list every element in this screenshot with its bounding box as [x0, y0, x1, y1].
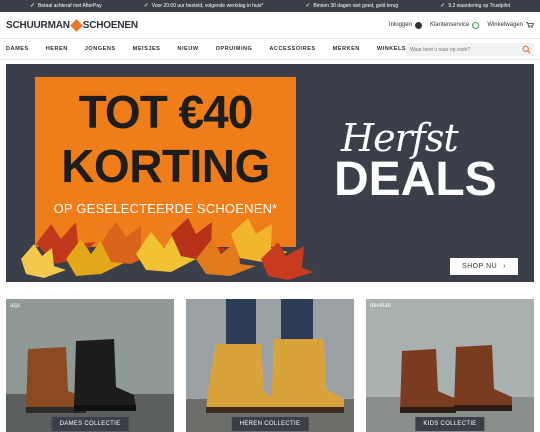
collection-label[interactable]: HEREN COLLECTIE	[231, 417, 309, 431]
chevron-right-icon: ›	[503, 263, 507, 270]
collection-card-dames[interactable]: aqa DAMES COLLECTIE	[6, 299, 174, 432]
login-link[interactable]: Inloggen	[388, 21, 422, 29]
check-icon: ✓	[143, 3, 149, 9]
nav-item-merken[interactable]: MERKEN	[333, 46, 360, 52]
logo-text-left: SCHUURMAN	[6, 19, 70, 31]
brand-logo: develab	[370, 303, 392, 309]
cart-link[interactable]: Winkelwagen	[487, 22, 534, 28]
check-icon: ✓	[305, 3, 311, 9]
search-box	[406, 43, 534, 56]
collection-label[interactable]: DAMES COLLECTIE	[51, 417, 129, 431]
usp-text: Binnen 30 dagen niet goed, geld terug	[313, 3, 399, 9]
user-icon	[414, 21, 422, 29]
autumn-leaves-illustration	[21, 218, 314, 280]
cart-label: Winkelwagen	[487, 22, 523, 28]
kids-boots-image	[366, 299, 534, 432]
nav-item-dames[interactable]: DAMES	[6, 46, 29, 52]
site-header: SCHUURMAN SCHOENEN Inloggen Klantenservi…	[0, 12, 540, 38]
nav-item-jongens[interactable]: JONGENS	[85, 46, 116, 52]
customer-service-label: Klantenservice	[429, 22, 470, 28]
usp-text: Voor 20:00 uur besteld, volgende werkdag…	[151, 3, 264, 9]
check-icon: ✓	[440, 3, 446, 9]
nav-item-nieuw[interactable]: NIEUW	[177, 46, 198, 52]
men-boots-image	[186, 299, 354, 432]
women-boots-image	[6, 299, 174, 432]
promo-subheadline: KORTING	[61, 140, 270, 192]
collection-label[interactable]: KIDS COLLECTIE	[415, 417, 485, 431]
usp-item: ✓ Binnen 30 dagen niet goed, geld terug	[305, 3, 398, 9]
usp-item: ✓ Voor 20:00 uur besteld, volgende werkda…	[144, 3, 264, 9]
deals-title: DEALS	[334, 153, 497, 206]
login-label: Inloggen	[388, 22, 412, 28]
search-input[interactable]	[410, 46, 520, 53]
check-icon: ✓	[30, 3, 36, 9]
main-nav: DAMES HEREN JONGENS MEISJES NIEUW OPRUIM…	[0, 38, 540, 60]
shop-now-label: SHOP NU	[461, 263, 498, 270]
nav-item-heren[interactable]: HEREN	[46, 46, 68, 52]
customer-service-link[interactable]: Klantenservice	[429, 21, 480, 29]
hero-banner[interactable]: TOT €40 KORTING OP GESELECTEERDE SCHOENE…	[6, 64, 534, 282]
collection-card-heren[interactable]: HEREN COLLECTIE	[186, 299, 354, 432]
usp-bar: ✓ Betaal achteraf met AfterPay ✓ Voor 20:0…	[0, 0, 540, 12]
nav-item-opruiming[interactable]: OPRUIMING	[216, 46, 253, 52]
search-icon[interactable]	[522, 45, 531, 54]
headset-icon	[472, 21, 480, 29]
usp-text: 9.2 waardering op Trustpilot	[448, 3, 510, 9]
logo-text-right: SCHOENEN	[82, 19, 138, 31]
logo-diamond-icon	[69, 18, 83, 32]
site-logo[interactable]: SCHUURMAN SCHOENEN	[6, 18, 138, 32]
usp-item: ✓ Betaal achteraf met AfterPay	[30, 3, 102, 9]
usp-item: ✓ 9.2 waardering op Trustpilot	[440, 3, 510, 9]
collection-card-kids[interactable]: develab KIDS COLLECTIE	[366, 299, 534, 432]
header-links: Inloggen Klantenservice Winkelwagen	[388, 21, 534, 29]
nav-item-meisjes[interactable]: MEISJES	[133, 46, 161, 52]
promo-headline: TOT €40	[78, 86, 254, 138]
cart-icon	[526, 22, 534, 28]
nav-item-accessoires[interactable]: ACCESSOIRES	[269, 46, 315, 52]
brand-logo: aqa	[10, 303, 21, 309]
nav-item-winkels[interactable]: WINKELS	[377, 46, 406, 52]
usp-text: Betaal achteraf met AfterPay	[38, 3, 102, 9]
shop-now-button[interactable]: SHOP NU ›	[450, 258, 518, 275]
